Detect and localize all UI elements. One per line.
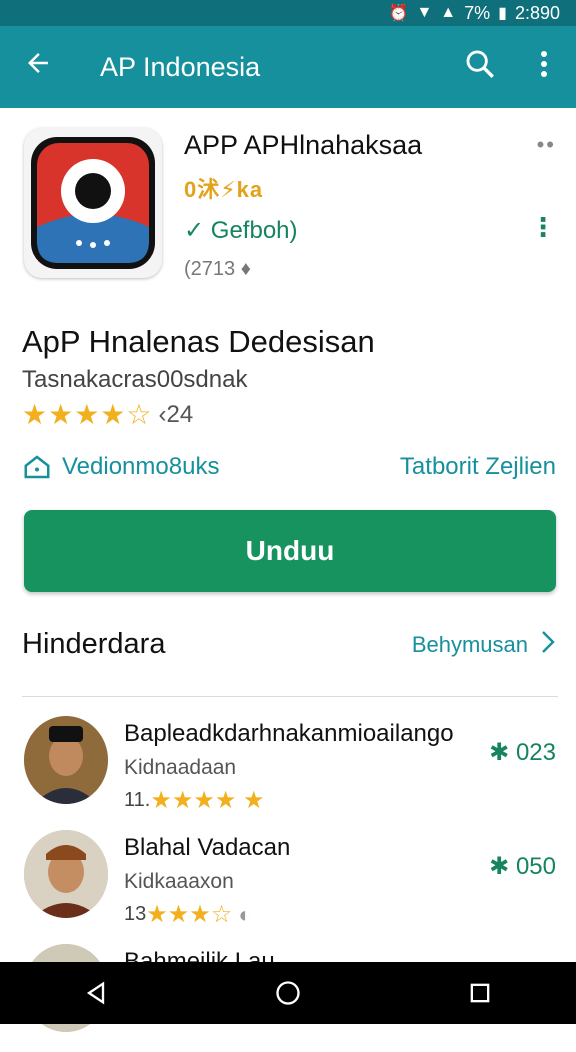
- review-stars: ★★★☆: [146, 901, 233, 928]
- page-title: AP Indonesia: [100, 51, 261, 82]
- reviewer-name: Blahal Vadacan: [124, 834, 291, 861]
- app-headline: ApP Hnalenas Dedesisan: [22, 324, 375, 359]
- review-score: ✱ 050: [489, 853, 556, 880]
- install-button[interactable]: Unduu: [24, 510, 556, 592]
- links-row: Vedionmo8uks Tatborit Zejlien: [22, 452, 556, 482]
- website-link[interactable]: Vedionmo8uks: [22, 452, 219, 482]
- recents-square-icon[interactable]: [466, 979, 494, 1007]
- system-nav-bar: [0, 962, 576, 1024]
- check-icon: ✓: [184, 217, 211, 244]
- more-vert-icon[interactable]: [512, 49, 576, 86]
- avatar: [24, 716, 108, 804]
- more-vert-icon[interactable]: ⋮: [530, 212, 556, 243]
- search-icon[interactable]: [448, 47, 512, 88]
- signal-icon: ▲: [440, 4, 457, 21]
- rating-stars: ★★★★☆: [22, 399, 153, 430]
- size-label: (2713 ♦: [184, 258, 251, 280]
- developer-link[interactable]: Tatborit Zejlien: [400, 453, 556, 481]
- reviewer-sub: Kidnaadaan: [124, 756, 237, 779]
- app-logo-icon: [24, 128, 162, 278]
- category-label[interactable]: ✓ Gefboh): [184, 216, 298, 245]
- home-icon: [24, 455, 50, 479]
- chevron-right-icon: [540, 629, 556, 661]
- review-score: ✱ 023: [489, 739, 556, 766]
- battery-icon: ▮: [498, 5, 507, 22]
- app-header: APP APHlnahaksaa 0沭⚡ka ✓ Gefboh) (2713 ♦…: [0, 108, 576, 308]
- status-bar: ⏰ ▼ ▲ 7% ▮ 2:890: [0, 0, 576, 26]
- review-item[interactable]: Blahal Vadacan Kidkaaaxon 13 ★★★☆ ◐ ✱ 05…: [0, 830, 576, 938]
- developer-name[interactable]: 0沭⚡ka: [184, 172, 263, 204]
- website-link-label: Vedionmo8uks: [62, 453, 220, 480]
- battery-percent: 7%: [464, 2, 491, 23]
- divider: [22, 696, 558, 697]
- wifi-icon: ▼: [416, 4, 433, 21]
- half-moon-icon: ◐: [238, 901, 252, 927]
- rating-count: ‹24: [158, 400, 194, 428]
- review-rating-text: 11.: [124, 789, 151, 811]
- app-subline: Tasnakacras00sdnak: [22, 366, 248, 393]
- section-title: Hinderdara: [22, 628, 166, 660]
- rating-row: ★★★★☆ ‹24: [22, 398, 193, 431]
- clock: 2:890: [514, 2, 560, 23]
- back-arrow-icon[interactable]: [0, 48, 76, 86]
- review-meta: 13 ★★★☆ ◐: [124, 900, 252, 929]
- avatar: [24, 830, 108, 918]
- see-more-label: Behymusan: [411, 631, 528, 657]
- alarm-icon: ⏰: [388, 5, 409, 22]
- back-triangle-icon[interactable]: [82, 979, 110, 1007]
- more-horiz-icon[interactable]: ••: [537, 132, 556, 158]
- review-stars: ★★★★ ★: [150, 787, 265, 814]
- home-circle-icon[interactable]: [274, 979, 302, 1007]
- category-text: Gefboh): [210, 217, 298, 244]
- reviewer-name: Bapleadkdarhnakanmioailango: [124, 720, 454, 747]
- app-name: APP APHlnahaksaa: [184, 130, 423, 160]
- reviewer-sub: Kidkaaaxon: [124, 870, 234, 893]
- see-more-link[interactable]: Behymusan: [412, 629, 556, 661]
- review-item[interactable]: Bapleadkdarhnakanmioailango Kidnaadaan 1…: [0, 716, 576, 824]
- app-bar: AP Indonesia: [0, 26, 576, 108]
- review-rating-text: 13: [124, 903, 147, 925]
- review-meta: 11. ★★★★ ★: [124, 786, 265, 815]
- section-header: Hinderdara Behymusan: [22, 628, 556, 661]
